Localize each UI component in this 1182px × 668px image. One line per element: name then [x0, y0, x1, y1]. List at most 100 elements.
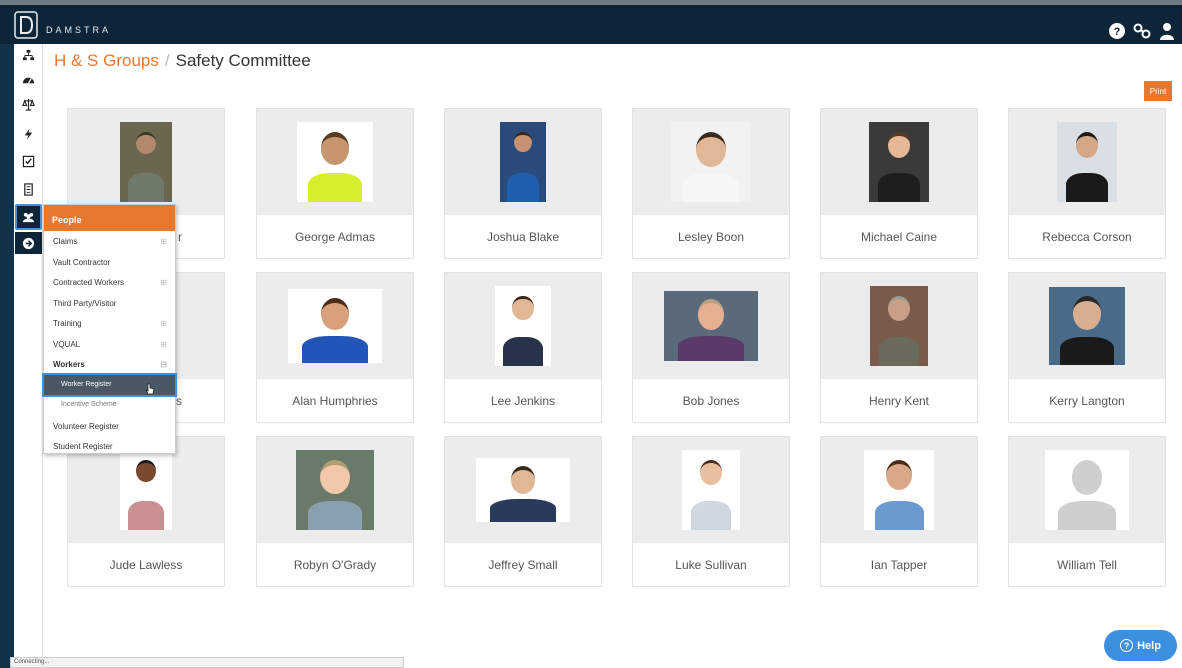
lightning-icon[interactable] — [15, 123, 42, 145]
brand-name: DAMSTRA — [46, 25, 112, 35]
flyout-items: Claims ⊞ Vault Contractor Contracted Worker… — [42, 231, 177, 457]
flyout-item-contracted-workers[interactable]: Contracted Workers ⊞ — [44, 272, 175, 293]
mouse-cursor-icon — [145, 383, 155, 398]
breadcrumb-separator: / — [164, 51, 170, 70]
app-window: DAMSTRA ? H & S Groups / Safety Committe… — [0, 0, 1182, 668]
flyout-item-student-register[interactable]: Student Register — [44, 436, 175, 457]
person-name: Ian Tapper — [870, 557, 928, 572]
flyout-item-label: Claims — [53, 237, 78, 246]
person-card[interactable]: Kerry Langton — [1008, 272, 1166, 423]
person-name: Luke Sullivan — [675, 557, 747, 572]
flyout-item-incentive-scheme[interactable]: Incentive Scheme — [44, 395, 175, 416]
person-photo-area — [1009, 273, 1165, 379]
flyout-header[interactable]: People — [44, 205, 175, 231]
person-photo-area — [633, 109, 789, 215]
flyout-item-label: VQUAL — [53, 339, 81, 349]
person-photo — [288, 289, 382, 363]
user-icon[interactable] — [1158, 22, 1176, 40]
breadcrumb-parent-link[interactable]: H & S Groups — [54, 51, 159, 70]
person-photo-area — [1009, 109, 1165, 215]
person-name: Kerry Langton — [1049, 393, 1125, 408]
flyout-item-label: Worker Register — [61, 380, 112, 388]
collapse-icon[interactable]: ⊟ — [160, 360, 167, 369]
person-photo — [870, 286, 928, 366]
person-photo — [476, 458, 570, 522]
person-card[interactable]: Robyn O'Grady — [256, 436, 414, 587]
person-photo — [120, 122, 172, 202]
flyout-item-vault-contractor[interactable]: Vault Contractor — [44, 252, 175, 273]
link-icon[interactable] — [1133, 22, 1151, 40]
flyout-item-label: Incentive Scheme — [61, 401, 117, 408]
person-photo — [864, 450, 934, 530]
person-card[interactable]: Alan Humphries — [256, 272, 414, 423]
person-photo — [500, 122, 546, 202]
flyout-item-third-party-visitor[interactable]: Third Party/Visitor — [44, 293, 175, 314]
person-card[interactable]: Ian Tapper — [820, 436, 978, 587]
person-name: William Tell — [1057, 557, 1117, 572]
person-card[interactable]: George Admas — [256, 108, 414, 259]
person-card[interactable]: Jude Lawless — [67, 436, 225, 587]
flyout-item-vqual[interactable]: VQUAL ⊞ — [44, 334, 175, 355]
breadcrumb: H & S Groups / Safety Committee — [54, 51, 311, 71]
checklist-icon[interactable] — [15, 150, 42, 172]
flyout-item-worker-register[interactable]: Worker Register — [42, 372, 177, 397]
flyout-item-label: Workers — [53, 360, 85, 369]
person-name: Henry Kent — [868, 393, 930, 408]
help-icon[interactable]: ? — [1108, 22, 1126, 40]
expand-icon[interactable]: ⊞ — [160, 340, 167, 349]
people-icon[interactable] — [15, 204, 42, 230]
left-frame — [0, 44, 14, 668]
person-card[interactable]: Lee Jenkins — [444, 272, 602, 423]
expand-icon[interactable]: ⊞ — [160, 237, 167, 246]
flyout-item-label: Contracted Workers — [53, 278, 124, 287]
person-photo — [869, 122, 929, 202]
question-circle-icon: ? — [1120, 639, 1134, 652]
person-name: Bob Jones — [682, 393, 740, 408]
top-bar: DAMSTRA ? — [0, 0, 1182, 44]
flyout-item-volunteer-register[interactable]: Volunteer Register — [44, 416, 175, 437]
building-icon[interactable] — [15, 178, 42, 200]
person-photo — [664, 291, 758, 361]
damstra-logo — [14, 11, 38, 39]
person-name: Lesley Boon — [677, 229, 745, 244]
person-card[interactable]: Michael Caine — [820, 108, 978, 259]
person-card[interactable]: Bob Jones — [632, 272, 790, 423]
help-label: Help — [1137, 639, 1161, 652]
flyout-item-workers[interactable]: Workers ⊟ — [44, 354, 175, 375]
print-button[interactable]: Print — [1144, 81, 1172, 101]
person-card[interactable]: Jeffrey Small — [444, 436, 602, 587]
person-photo-area — [821, 437, 977, 543]
person-photo-area — [257, 109, 413, 215]
person-photo — [1057, 122, 1117, 202]
flyout-item-label: Training — [53, 319, 82, 328]
flyout-item-label: Vault Contractor — [53, 257, 111, 267]
flyout-item-training[interactable]: Training ⊞ — [44, 313, 175, 334]
person-photo-area — [821, 109, 977, 215]
person-photo — [1049, 287, 1125, 365]
flyout-item-claims[interactable]: Claims ⊞ — [44, 231, 175, 252]
person-photo — [682, 450, 740, 530]
breadcrumb-current: Safety Committee — [175, 51, 311, 70]
balance-scale-icon[interactable] — [15, 93, 42, 115]
person-photo — [495, 286, 551, 366]
arrow-right-icon[interactable] — [15, 232, 42, 254]
person-card[interactable]: Joshua Blake — [444, 108, 602, 259]
person-name: Joshua Blake — [486, 229, 560, 244]
person-card[interactable]: Lesley Boon — [632, 108, 790, 259]
person-photo-area — [257, 437, 413, 543]
person-name: Michael Caine — [860, 229, 938, 244]
help-button[interactable]: ? Help — [1104, 630, 1177, 661]
people-flyout-menu: People Claims ⊞ Vault Contractor Contracted… — [42, 204, 177, 457]
person-card[interactable]: William Tell — [1008, 436, 1166, 587]
person-card[interactable]: Luke Sullivan — [632, 436, 790, 587]
person-card[interactable]: Rebecca Corson — [1008, 108, 1166, 259]
expand-icon[interactable]: ⊞ — [160, 278, 167, 287]
person-name: Jeffrey Small — [488, 557, 558, 572]
org-chart-icon[interactable] — [15, 44, 42, 66]
expand-icon[interactable]: ⊞ — [160, 319, 167, 328]
avatar-placeholder-icon — [1045, 450, 1129, 530]
dashboard-icon[interactable] — [15, 68, 42, 90]
person-name: George Admas — [294, 229, 376, 244]
person-name: Alan Humphries — [292, 393, 378, 408]
person-card[interactable]: Henry Kent — [820, 272, 978, 423]
